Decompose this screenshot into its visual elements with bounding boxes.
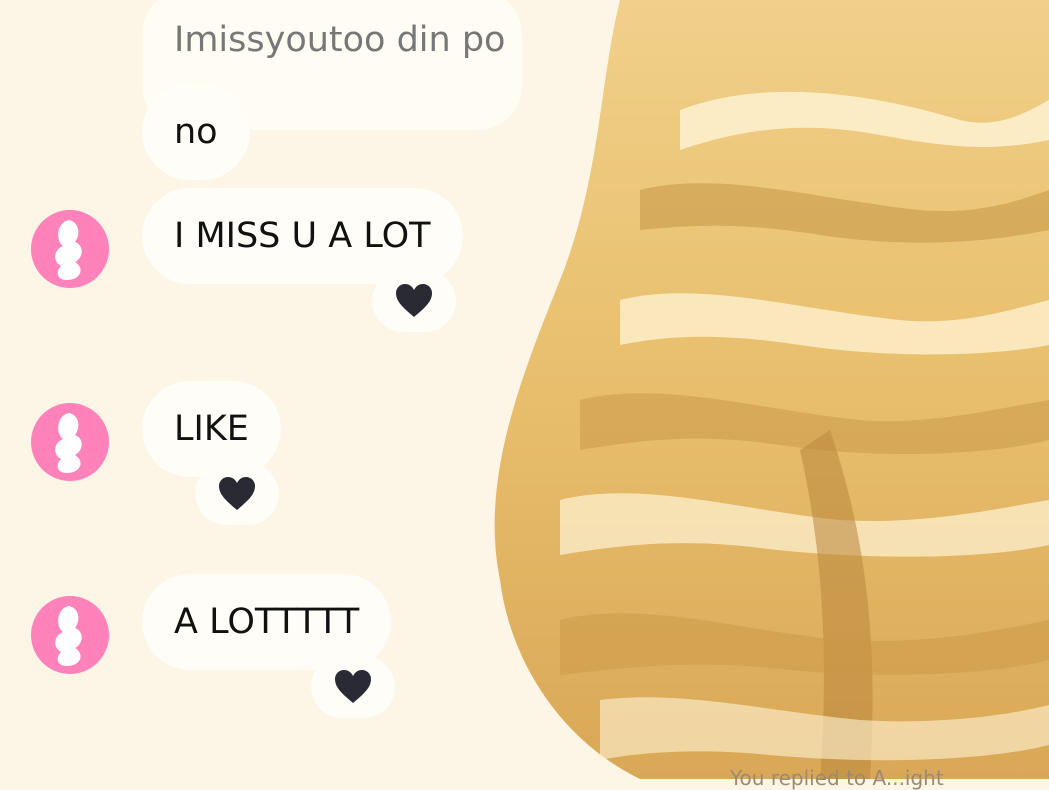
quoted-message-text: Imissyoutoo din po (174, 20, 506, 60)
avatar[interactable] (31, 596, 109, 674)
message-text: LIKE (174, 409, 249, 449)
black-heart-icon (396, 284, 432, 317)
chat-thread[interactable]: Imissyoutoo din po no I MISS U A LOT LIK… (0, 0, 1049, 790)
black-heart-icon (335, 670, 371, 703)
message-text: I MISS U A LOT (174, 216, 431, 256)
avatar-silhouette-icon (55, 220, 82, 280)
reaction-badge[interactable] (195, 463, 279, 525)
avatar[interactable] (31, 210, 109, 288)
reaction-badge[interactable] (311, 656, 395, 718)
avatar[interactable] (31, 403, 109, 481)
black-heart-icon (219, 477, 255, 510)
reaction-badge[interactable] (372, 270, 456, 332)
message-bubble-no[interactable]: no (142, 84, 250, 180)
message-text: no (174, 112, 218, 152)
reply-indicator-text: You replied to A...ight (730, 766, 944, 790)
avatar-silhouette-icon (55, 606, 82, 666)
message-text: A LOTTTTT (174, 602, 360, 642)
avatar-silhouette-icon (55, 413, 82, 473)
message-bubble-like[interactable]: LIKE (142, 381, 281, 477)
